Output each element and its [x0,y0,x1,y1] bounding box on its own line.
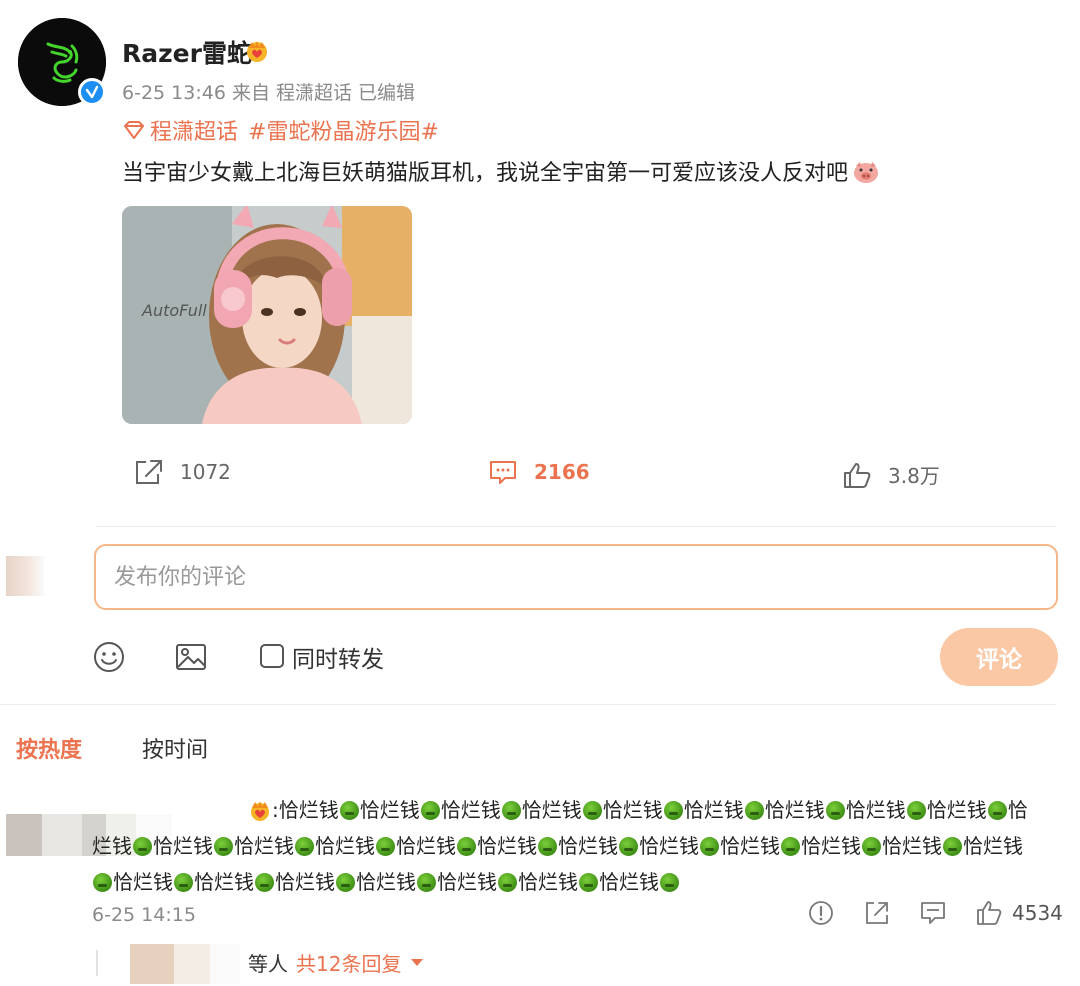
chevron-down-icon [411,959,424,966]
comment-line: 恰烂钱 恰烂钱 恰烂钱 恰烂钱 恰烂钱 恰烂钱 恰烂钱 [92,864,1058,900]
post-photo[interactable]: AutoFull [122,206,412,424]
frog-emoji-icon [417,872,436,892]
frog-emoji-icon [582,800,602,820]
repost-icon [136,460,162,484]
crown-emoji-icon [251,801,269,821]
frog-emoji-icon [498,872,517,892]
frog-emoji-icon [133,836,152,856]
post-meta: 6-25 13:46 来自 程潇超话 已编辑 [122,82,416,104]
repost-count: 1072 [180,460,231,484]
frog-emoji-icon [214,836,233,856]
verified-icon [78,78,106,106]
forward-checkbox[interactable] [260,644,284,668]
diamond-icon [124,121,144,139]
frog-emoji-icon [825,800,845,820]
like-button[interactable]: 3.8万 [842,460,940,489]
author-name[interactable]: Razer雷蛇 [122,34,252,70]
comment-text: :恰烂钱 恰烂钱 恰烂钱 恰烂钱 恰烂钱 恰烂钱 恰烂钱 恰烂钱 恰烂钱恰 烂钱 恰烂钱 恰烂钱 恰烂… [92,792,1058,900]
photo-illustration: AutoFull [122,206,412,424]
crown-icon[interactable] [244,38,270,62]
frog-emoji-icon [906,800,926,820]
like-count: 3.8万 [888,464,940,488]
comment-line: 烂钱 恰烂钱 恰烂钱 恰烂钱 恰烂钱 恰烂钱 恰烂钱 恰烂钱 恰烂钱 恰烂钱 恰烂钱 恰烂钱 [92,834,1023,858]
reply-summary[interactable]: 等人 共12条回复 [248,948,424,977]
like-icon [844,462,871,488]
frog-emoji-icon [619,836,638,856]
frog-emoji-icon [663,800,683,820]
submit-comment-button[interactable]: 评论 [940,628,1058,686]
photo-caption: AutoFull [141,301,207,320]
comment-count: 2166 [534,460,590,484]
frog-emoji-icon [295,836,314,856]
view-replies-link[interactable]: 共12条回复 [296,948,401,977]
emoji-icon[interactable] [92,640,126,674]
frog-emoji-icon [336,872,355,892]
frog-emoji-icon [660,872,679,892]
frog-emoji-icon [339,800,359,820]
comment-icon [490,461,516,484]
frog-emoji-icon [862,836,881,856]
reply-prefix: 等人 [248,952,288,976]
frog-emoji-icon [420,800,440,820]
frog-emoji-icon [579,872,598,892]
frog-emoji-icon [538,836,557,856]
post-body: 当宇宙少女戴上北海巨妖萌猫版耳机，我说全宇宙第一可爱应该没人反对吧 [122,161,849,186]
share-icon[interactable] [864,900,890,926]
comment-icon[interactable] [920,900,946,926]
frog-emoji-icon [501,800,521,820]
frog-emoji-icon [987,800,1007,820]
tab-sort-time[interactable]: 按时间 [142,732,208,764]
post-topics: 程潇超话 #雷蛇粉晶游乐园# [122,114,439,146]
frog-emoji-icon [255,872,274,892]
reply-avatars [130,944,240,984]
frog-emoji-icon [700,836,719,856]
frog-emoji-icon [174,872,193,892]
comment-time: 6-25 14:15 [92,904,196,926]
frog-emoji-icon [457,836,476,856]
pig-emoji-icon [854,162,879,183]
tab-sort-hot[interactable]: 按热度 [16,732,82,764]
reply-indicator [96,950,98,976]
current-user-avatar [6,556,44,596]
comment-line: :恰烂钱 恰烂钱 恰烂钱 恰烂钱 恰烂钱 恰烂钱 恰烂钱 恰烂钱 恰烂钱恰 [92,792,1058,828]
comment-button[interactable]: 2166 [488,458,590,486]
frog-emoji-icon [744,800,764,820]
frog-emoji-icon [781,836,800,856]
hashtag-link[interactable]: #雷蛇粉晶游乐园# [248,114,439,146]
post-text: 当宇宙少女戴上北海巨妖萌猫版耳机，我说全宇宙第一可爱应该没人反对吧 [122,155,880,187]
comment-input[interactable] [94,544,1058,610]
repost-button[interactable]: 1072 [134,458,231,486]
report-icon[interactable] [808,900,834,926]
frog-emoji-icon [943,836,962,856]
supertopic-link[interactable]: 程潇超话 [150,114,238,146]
image-upload-icon[interactable] [174,640,208,674]
divider [0,704,1056,705]
forward-label[interactable]: 同时转发 [292,640,384,674]
like-icon[interactable] [976,900,1002,926]
comment-actions: 4534 [808,900,1063,926]
divider [96,526,1056,527]
frog-emoji-icon [93,872,112,892]
comment-like-count: 4534 [1012,901,1063,925]
frog-emoji-icon [376,836,395,856]
